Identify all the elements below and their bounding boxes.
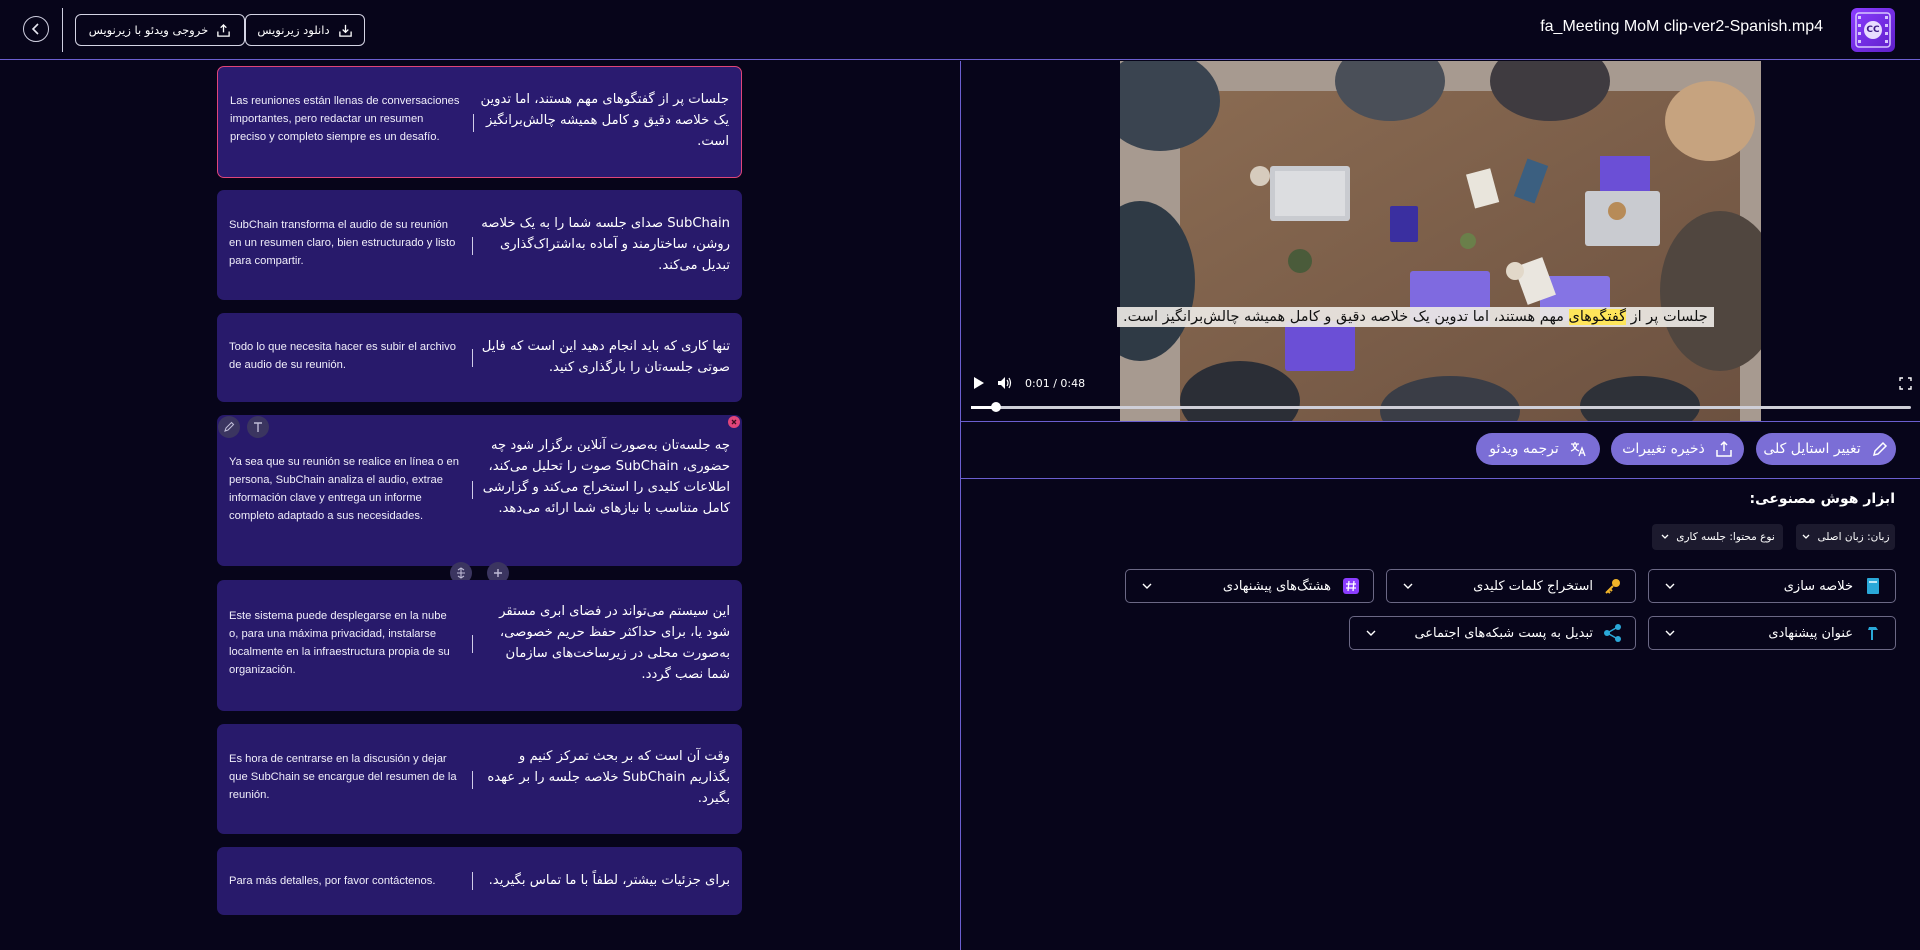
chevron-down-icon bbox=[1403, 583, 1413, 589]
segment-divider bbox=[472, 349, 473, 367]
export-video-button[interactable]: خروجی ویدئو با زیرنویس bbox=[75, 14, 245, 46]
fullscreen-icon bbox=[1899, 377, 1912, 390]
volume-button[interactable] bbox=[997, 375, 1013, 394]
suggested-hashtags-tool[interactable]: هشتگ‌های پیشنهادی bbox=[1125, 569, 1374, 603]
segment-translation-text[interactable]: چه جلسه‌تان به‌صورت آنلاین برگزار شود چه… bbox=[480, 435, 730, 519]
share-icon bbox=[1603, 623, 1623, 643]
upload-icon bbox=[217, 23, 230, 37]
social-post-tool[interactable]: تبدیل به پست شبکه‌های اجتماعی bbox=[1349, 616, 1636, 650]
play-icon bbox=[974, 377, 984, 389]
key-icon bbox=[1603, 576, 1623, 596]
video-player[interactable]: جلسات پر از گفتگوهای مهم هستند، اما تدوی… bbox=[961, 61, 1920, 421]
chevron-down-icon bbox=[1366, 630, 1376, 636]
pencil-icon bbox=[1872, 441, 1887, 457]
segment-card[interactable]: Todo lo que necesita hacer es subir el a… bbox=[217, 313, 742, 402]
top-header: خروجی ویدئو با زیرنویس دانلود زیرنویس fa… bbox=[0, 0, 1920, 60]
segment-card[interactable]: SubChain transforma el audio de su reuni… bbox=[217, 190, 742, 300]
segment-source-text[interactable]: Todo lo que necesita hacer es subir el a… bbox=[229, 338, 459, 374]
upload-icon bbox=[1716, 440, 1732, 457]
segment-source-text[interactable]: Las reuniones están llenas de conversaci… bbox=[230, 92, 460, 146]
change-style-button[interactable]: تغییر استایل کلی bbox=[1756, 433, 1896, 465]
change-style-label: تغییر استایل کلی bbox=[1763, 441, 1861, 457]
segment-card[interactable]: Ya sea que su reunión se realice en líne… bbox=[217, 415, 742, 566]
delete-segment-button[interactable] bbox=[728, 416, 740, 428]
chevron-down-icon bbox=[1665, 630, 1675, 636]
back-button[interactable] bbox=[23, 16, 49, 42]
file-name: fa_Meeting MoM clip-ver2-Spanish.mp4 bbox=[1540, 18, 1823, 35]
suggested-title-tool[interactable]: عنوان پیشنهادی bbox=[1648, 616, 1896, 650]
download-subtitles-label: دانلود زیرنویس bbox=[257, 23, 330, 37]
close-icon bbox=[731, 419, 737, 425]
segment-divider bbox=[472, 481, 473, 499]
section-divider bbox=[961, 478, 1920, 479]
text-icon bbox=[254, 422, 262, 432]
chevron-down-icon bbox=[1661, 534, 1669, 539]
merge-icon bbox=[457, 567, 465, 579]
chevron-down-icon bbox=[1142, 583, 1152, 589]
save-changes-label: ذخیره تغییرات bbox=[1622, 441, 1705, 457]
segment-translation-text[interactable]: وقت آن است که بر بحث تمرکز کنیم و بگذاری… bbox=[480, 746, 730, 809]
segment-source-text[interactable]: Para más detalles, por favor contáctenos… bbox=[229, 872, 459, 890]
volume-icon bbox=[998, 377, 1012, 389]
logo-text: CC bbox=[1866, 25, 1880, 35]
translate-video-label: ترجمه ویدئو bbox=[1489, 441, 1559, 457]
hammer-icon bbox=[1863, 623, 1883, 643]
segment-source-text[interactable]: Este sistema puede desplegarse en la nub… bbox=[229, 607, 459, 679]
language-select-label: زبان: زبان اصلی bbox=[1817, 531, 1890, 543]
fullscreen-button[interactable] bbox=[1899, 375, 1912, 394]
content-type-select-label: نوع محتوا: جلسه کاری bbox=[1676, 531, 1775, 543]
segment-translation-text[interactable]: برای جزئیات بیشتر، لطفاً با ما تماس بگیر… bbox=[480, 870, 730, 891]
chevron-down-icon bbox=[1802, 534, 1810, 539]
download-icon bbox=[338, 24, 352, 37]
segment-card[interactable]: Las reuniones están llenas de conversaci… bbox=[217, 66, 742, 178]
edit-segment-button[interactable] bbox=[218, 416, 240, 438]
subtitle-segments-panel: Las reuniones están llenas de conversaci… bbox=[0, 61, 960, 950]
segment-divider bbox=[472, 872, 473, 890]
save-changes-button[interactable]: ذخیره تغییرات bbox=[1611, 433, 1744, 465]
summarize-label: خلاصه سازی bbox=[1783, 578, 1853, 594]
segment-card[interactable]: Es hora de centrarse en la discusión y d… bbox=[217, 724, 742, 834]
content-type-select[interactable]: نوع محتوا: جلسه کاری bbox=[1652, 524, 1783, 550]
segment-source-text[interactable]: Ya sea que su reunión se realice en líne… bbox=[229, 453, 459, 525]
hashtag-icon bbox=[1341, 576, 1361, 596]
translate-icon bbox=[1570, 442, 1586, 457]
segment-divider bbox=[472, 771, 473, 789]
book-icon bbox=[1863, 576, 1883, 596]
segment-source-text[interactable]: SubChain transforma el audio de su reuni… bbox=[229, 216, 459, 270]
download-subtitles-button[interactable]: دانلود زیرنویس bbox=[245, 14, 365, 46]
language-select[interactable]: زبان: زبان اصلی bbox=[1796, 524, 1895, 550]
player-controls: 0:01 / 0:48 bbox=[961, 61, 1920, 421]
export-video-label: خروجی ویدئو با زیرنویس bbox=[88, 23, 209, 37]
suggested-hashtags-label: هشتگ‌های پیشنهادی bbox=[1222, 578, 1331, 594]
segment-translation-text[interactable]: این سیستم می‌تواند در فضای ابری مستقر شو… bbox=[480, 601, 730, 685]
chevron-left-icon bbox=[31, 23, 39, 35]
segment-card[interactable]: Este sistema puede desplegarse en la nub… bbox=[217, 580, 742, 711]
seek-bar-handle[interactable] bbox=[991, 402, 1002, 412]
extract-keywords-label: استخراج کلمات کلیدی bbox=[1473, 578, 1593, 594]
plus-icon bbox=[494, 569, 502, 577]
text-style-button[interactable] bbox=[247, 416, 269, 438]
play-button[interactable] bbox=[971, 375, 985, 394]
suggested-title-label: عنوان پیشنهادی bbox=[1768, 625, 1853, 641]
app-logo: CC bbox=[1851, 8, 1895, 52]
section-divider bbox=[961, 421, 1920, 422]
seek-bar[interactable] bbox=[971, 406, 1911, 409]
segment-card[interactable]: Para más detalles, por favor contáctenos… bbox=[217, 847, 742, 915]
social-post-label: تبدیل به پست شبکه‌های اجتماعی bbox=[1414, 625, 1593, 641]
segment-source-text[interactable]: Es hora de centrarse en la discusión y d… bbox=[229, 750, 459, 804]
summarize-tool[interactable]: خلاصه سازی bbox=[1648, 569, 1896, 603]
time-display: 0:01 / 0:48 bbox=[1025, 377, 1086, 390]
segment-translation-text[interactable]: تنها کاری که باید انجام دهید این است که … bbox=[480, 336, 730, 378]
ai-tools-title: ابزار هوش مصنوعی: bbox=[1749, 491, 1895, 507]
header-divider bbox=[62, 8, 63, 52]
extract-keywords-tool[interactable]: استخراج کلمات کلیدی bbox=[1386, 569, 1636, 603]
translate-video-button[interactable]: ترجمه ویدئو bbox=[1476, 433, 1600, 465]
segment-divider bbox=[473, 114, 474, 132]
segment-divider bbox=[472, 237, 473, 255]
chevron-down-icon bbox=[1665, 583, 1675, 589]
pencil-icon bbox=[224, 421, 235, 432]
segment-divider bbox=[472, 635, 473, 653]
segment-translation-text[interactable]: جلسات پر از گفتگوهای مهم هستند، اما تدوی… bbox=[479, 89, 729, 152]
segment-translation-text[interactable]: SubChain صدای جلسه شما را به یک خلاصه رو… bbox=[480, 213, 730, 276]
